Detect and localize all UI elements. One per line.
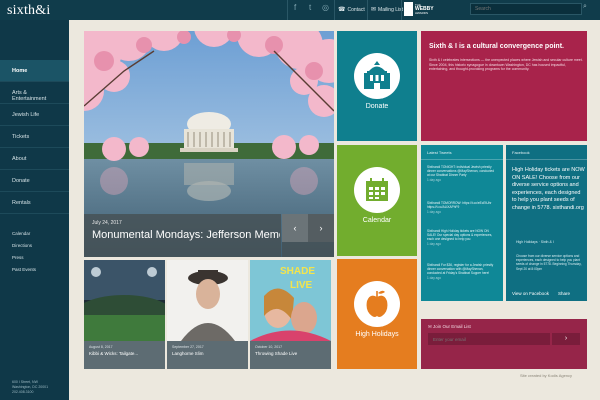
- hero-next-button[interactable]: ›: [308, 214, 334, 242]
- hero-caption-filler: [282, 242, 334, 257]
- nav-arts-entertainment[interactable]: Arts & Entertainment: [0, 82, 69, 104]
- webby-awards-badge[interactable]: THE WEBBY AWARDS: [404, 2, 434, 16]
- mail-icon: ✉: [371, 7, 377, 13]
- tweets-tile: Latest Tweets Sixthandi TONIGHT: individ…: [421, 145, 503, 301]
- email-signup-tile: ✉ Join Our Email List ›: [421, 319, 587, 369]
- search-input[interactable]: [470, 3, 582, 15]
- nav-tickets[interactable]: Tickets: [0, 126, 69, 148]
- facebook-post-body: Choose from our diverse service options …: [516, 254, 582, 271]
- thumb-date: August 8, 2017: [89, 345, 113, 349]
- nav-directions[interactable]: Directions: [12, 243, 32, 248]
- about-title: Sixth & I is a cultural convergence poin…: [429, 43, 564, 50]
- nav-home[interactable]: Home: [0, 60, 69, 82]
- tweet-item[interactable]: Sixthandi TOMORROW: https://t.co/eEcEtUh…: [427, 201, 495, 214]
- svg-text:LIVE: LIVE: [290, 280, 313, 291]
- hero-prev-button[interactable]: ‹: [282, 214, 308, 242]
- apple-icon: [354, 281, 400, 327]
- donate-label: Donate: [365, 103, 389, 110]
- nav-about[interactable]: About: [0, 148, 69, 170]
- facebook-tile: Facebook High Holiday tickets are NOW ON…: [506, 145, 587, 301]
- thumb-title: Throwing Shade Live: [255, 351, 298, 356]
- tweets-heading: Latest Tweets: [427, 150, 452, 155]
- contact-link[interactable]: ☎ Contact: [338, 6, 365, 14]
- instagram-icon[interactable]: ◎: [322, 3, 329, 12]
- divider: [367, 0, 368, 20]
- nav-calendar[interactable]: Calendar: [12, 231, 30, 236]
- nav-donate[interactable]: Donate: [0, 170, 69, 192]
- site-credit: Site created by Kodis Agency: [520, 373, 573, 378]
- tweet-item[interactable]: Sixthandi For $36, register for a Jewish…: [427, 263, 495, 280]
- site-logo[interactable]: sixth&i: [7, 3, 50, 19]
- nav-press[interactable]: Press: [12, 255, 24, 260]
- svg-text:SHADE: SHADE: [280, 266, 315, 277]
- sidebar: Home Arts & Entertainment Jewish Life Ti…: [0, 20, 69, 400]
- thumb-title: Langhorne Slim: [172, 351, 204, 356]
- divider: [287, 0, 288, 20]
- address: 600 I Street, NW Washington, DC 20001 20…: [12, 380, 49, 394]
- phone-icon: ☎: [338, 7, 346, 13]
- calendar-label: Calendar: [362, 217, 392, 224]
- divider: [421, 159, 503, 160]
- divider: [334, 0, 335, 20]
- facebook-icon[interactable]: f: [294, 3, 296, 12]
- nav-rentals[interactable]: Rentals: [0, 192, 69, 214]
- event-thumb-stadium[interactable]: August 8, 2017 Kibbi & Wicks: Tailgate..…: [84, 260, 165, 369]
- donate-tile[interactable]: Donate: [337, 31, 417, 141]
- nav-past-events[interactable]: Past Events: [12, 267, 36, 272]
- facebook-author: High Holidays · Sixth & I: [516, 240, 554, 244]
- top-bar: sixth&i f t ◎ ☎ Contact ✉ Mailing List T…: [0, 0, 600, 20]
- calendar-tile[interactable]: Calendar: [337, 145, 417, 256]
- hero-title[interactable]: Monumental Mondays: Jefferson Memorial: [92, 229, 280, 241]
- share-link[interactable]: Share: [558, 291, 570, 296]
- about-tile: Sixth & I is a cultural convergence poin…: [421, 31, 587, 141]
- mailing-list-link[interactable]: ✉ Mailing List: [371, 6, 403, 14]
- thumb-title: Kibbi & Wicks: Tailgate...: [89, 351, 139, 356]
- thumb-date: September 27, 2017: [172, 345, 204, 349]
- calendar-icon: [354, 167, 400, 213]
- view-on-facebook-link[interactable]: View on Facebook: [512, 291, 549, 296]
- email-submit-button[interactable]: ›: [552, 333, 580, 345]
- facebook-heading: Facebook: [512, 150, 530, 155]
- thumb-date: October 10, 2017: [255, 345, 283, 349]
- tweet-item[interactable]: Sixthandi TONIGHT: individual Jewish pri…: [427, 165, 495, 182]
- tweet-item[interactable]: Sixthandi High Holiday tickets are NOW O…: [427, 229, 495, 246]
- hero-date: July 24, 2017: [92, 220, 122, 226]
- event-thumb-langhorne[interactable]: September 27, 2017 Langhorne Slim: [167, 260, 248, 369]
- email-field[interactable]: [428, 333, 550, 345]
- divider: [401, 0, 402, 20]
- event-thumb-throwing-shade[interactable]: SHADE LIVE October 10, 2017 Throwing Sha…: [250, 260, 331, 369]
- facebook-post-text: High Holiday tickets are NOW ON SALE! Ch…: [512, 167, 585, 211]
- email-heading: ✉ Join Our Email List: [428, 324, 471, 329]
- search-icon[interactable]: ⌕: [583, 3, 587, 11]
- high-holidays-label: High Holidays: [355, 331, 399, 338]
- twitter-icon[interactable]: t: [309, 3, 311, 12]
- webby-logo-icon: [404, 2, 413, 16]
- high-holidays-tile[interactable]: High Holidays: [337, 259, 417, 369]
- about-body: Sixth & I celebrates intersections — the…: [429, 58, 583, 72]
- nav-jewish-life[interactable]: Jewish Life: [0, 104, 69, 126]
- webby-sub: AWARDS: [415, 11, 428, 15]
- synagogue-icon: [354, 53, 400, 99]
- divider: [506, 159, 587, 160]
